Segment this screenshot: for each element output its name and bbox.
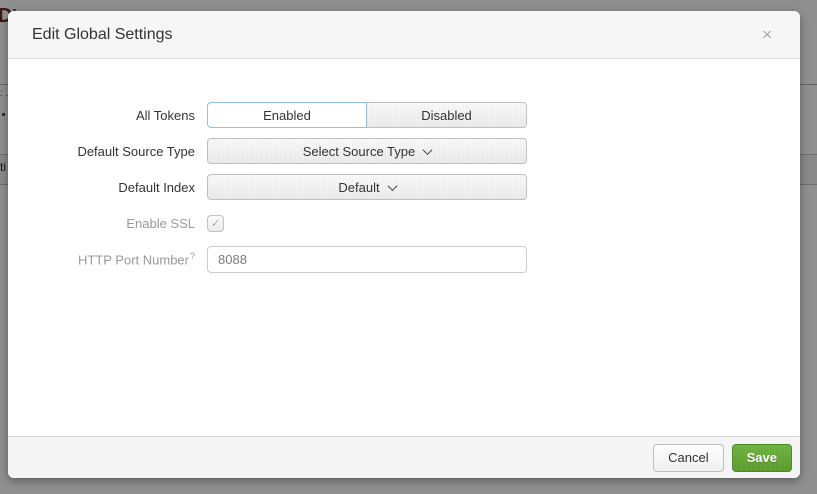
screen: D : . ti Edit Global Settings × All Toke… [0,0,817,494]
all-tokens-disabled-button[interactable]: Disabled [367,102,527,128]
default-source-type-value: Select Source Type [303,144,416,159]
chevron-down-icon [387,181,397,191]
enable-ssl-label: Enable SSL [8,216,195,231]
default-index-value: Default [338,180,379,195]
default-index-label: Default Index [8,180,195,195]
all-tokens-label: All Tokens [8,108,195,123]
http-port-input [207,246,527,273]
dialog-header: Edit Global Settings × [8,11,800,59]
enable-ssl-checkbox: ✓ [207,215,224,232]
default-index-dropdown[interactable]: Default [207,174,527,200]
default-source-type-row: Default Source Type Select Source Type [8,138,776,164]
dialog-footer: Cancel Save [8,436,800,478]
default-source-type-label: Default Source Type [8,144,195,159]
http-port-label: HTTP Port Number? [8,251,195,267]
http-port-row: HTTP Port Number? [8,246,776,273]
all-tokens-toggle: Enabled Disabled [207,102,527,128]
close-icon[interactable]: × [758,22,776,47]
default-source-type-dropdown[interactable]: Select Source Type [207,138,527,164]
all-tokens-enabled-button[interactable]: Enabled [207,102,367,128]
enable-ssl-row: Enable SSL ✓ [8,210,776,236]
all-tokens-row: All Tokens Enabled Disabled [8,102,776,128]
dialog-body: All Tokens Enabled Disabled Default Sour… [8,59,800,436]
save-button[interactable]: Save [732,444,792,472]
chevron-down-icon [423,145,433,155]
edit-global-settings-dialog: Edit Global Settings × All Tokens Enable… [8,11,800,478]
help-marker: ? [190,251,195,261]
cancel-button[interactable]: Cancel [653,444,723,472]
dialog-title: Edit Global Settings [32,26,173,44]
default-index-row: Default Index Default [8,174,776,200]
